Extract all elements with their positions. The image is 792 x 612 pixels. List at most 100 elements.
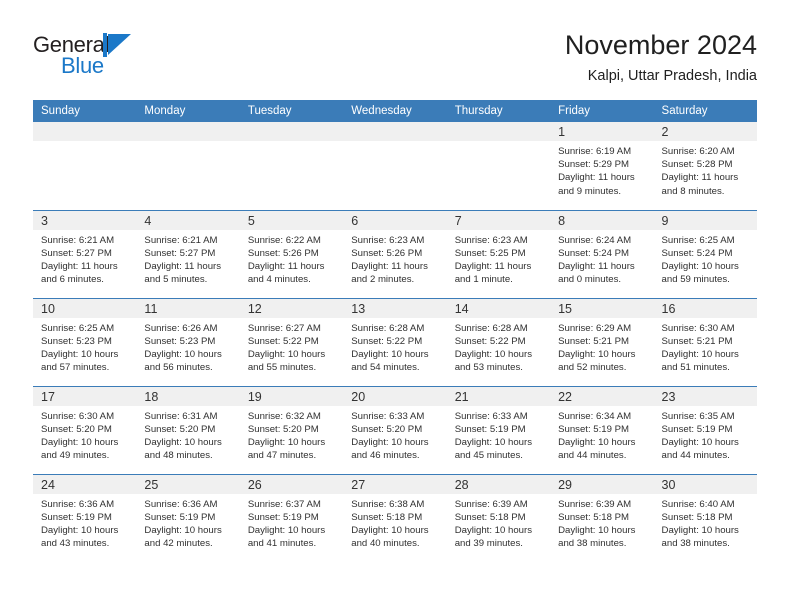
- daylight-text: Daylight: 11 hours and 9 minutes.: [558, 172, 635, 197]
- day-details: Sunrise: 6:23 AM Sunset: 5:26 PM Daylight:…: [343, 230, 446, 287]
- calendar-day-cell[interactable]: 30 Sunrise: 6:40 AM Sunset: 5:18 PM Dayligh…: [653, 473, 757, 562]
- sunrise-text: Sunrise: 6:19 AM: [558, 146, 632, 157]
- sunrise-text: Sunrise: 6:33 AM: [454, 410, 528, 422]
- calendar-day-cell[interactable]: 13 Sunrise: 6:28 AM Sunset: 5:22 PM Dayligh…: [343, 297, 447, 386]
- calendar-table: Sunday Monday Tuesday Wednesday Thursday…: [33, 100, 757, 562]
- calendar-day-cell[interactable]: 15 Sunrise: 6:29 AM Sunset: 5:21 PM Dayligh…: [550, 297, 654, 386]
- sunrise-text: Sunrise: 6:21 AM: [144, 234, 218, 246]
- daylight-text: Daylight: 10 hours and 55 minutes.: [247, 348, 326, 374]
- sunset-text: Sunset: 5:28 PM: [661, 159, 733, 171]
- calendar-day-cell[interactable]: 21 Sunrise: 6:33 AM Sunset: 5:19 PM Dayligh…: [446, 385, 551, 474]
- sunset-text: Sunset: 5:19 PM: [454, 423, 526, 435]
- sunset-text: Sunset: 5:20 PM: [351, 423, 423, 435]
- day-number: 29: [550, 474, 654, 494]
- calendar-day-cell[interactable]: 17 Sunrise: 6:30 AM Sunset: 5:20 PM Dayligh…: [33, 385, 137, 474]
- calendar-day-cell[interactable]: 26 Sunrise: 6:37 AM Sunset: 5:19 PM Dayligh…: [239, 473, 344, 562]
- day-details: Sunrise: 6:38 AM Sunset: 5:18 PM Daylight:…: [343, 494, 446, 551]
- calendar-day-cell[interactable]: 2 Sunrise: 6:20 AM Sunset: 5:28 PM Daylight…: [653, 122, 757, 210]
- calendar-day-cell[interactable]: 6 Sunrise: 6:23 AM Sunset: 5:26 PM Daylight…: [343, 209, 447, 298]
- day-details: Sunrise: 6:33 AM Sunset: 5:20 PM Daylight:…: [343, 406, 446, 463]
- sunset-text: Sunset: 5:19 PM: [661, 423, 733, 435]
- calendar-day-cell[interactable]: 24 Sunrise: 6:36 AM Sunset: 5:19 PM Dayligh…: [33, 473, 137, 562]
- daylight-text: Daylight: 10 hours and 42 minutes.: [144, 524, 222, 550]
- day-details: Sunrise: 6:25 AM Sunset: 5:24 PM Daylight:…: [654, 230, 757, 287]
- sunrise-text: Sunrise: 6:39 AM: [454, 498, 528, 510]
- day-details: Sunrise: 6:34 AM Sunset: 5:19 PM Daylight:…: [550, 406, 653, 463]
- calendar-day-cell[interactable]: 27 Sunrise: 6:38 AM Sunset: 5:18 PM Dayligh…: [343, 473, 447, 562]
- calendar-day-cell[interactable]: 4 Sunrise: 6:21 AM Sunset: 5:27 PM Daylight…: [136, 209, 240, 298]
- daylight-text: Daylight: 10 hours and 46 minutes.: [351, 436, 429, 462]
- day-details: Sunrise: 6:29 AM Sunset: 5:21 PM Daylight:…: [550, 318, 653, 375]
- calendar-day-cell-empty: [343, 122, 447, 210]
- sunrise-text: Sunrise: 6:20 AM: [661, 146, 735, 157]
- weekday-header-wednesday: Wednesday: [343, 100, 447, 122]
- calendar-day-cell[interactable]: 5 Sunrise: 6:22 AM Sunset: 5:26 PM Daylight…: [239, 209, 344, 298]
- weekday-header-row: Sunday Monday Tuesday Wednesday Thursday…: [33, 100, 757, 122]
- day-number: 14: [446, 298, 551, 318]
- daylight-text: Daylight: 11 hours and 0 minutes.: [558, 260, 635, 286]
- sunrise-text: Sunrise: 6:38 AM: [351, 498, 425, 510]
- sunset-text: Sunset: 5:22 PM: [351, 335, 423, 347]
- day-details: Sunrise: 6:23 AM Sunset: 5:25 PM Daylight:…: [447, 230, 550, 287]
- sunset-text: Sunset: 5:18 PM: [454, 511, 526, 523]
- sunrise-text: Sunrise: 6:25 AM: [661, 234, 735, 246]
- calendar-week-row: 3 Sunrise: 6:21 AM Sunset: 5:27 PM Daylight…: [33, 209, 757, 298]
- daylight-text: Daylight: 10 hours and 56 minutes.: [144, 348, 222, 374]
- brand-logo[interactable]: General Blue: [33, 28, 153, 84]
- daylight-text: Daylight: 10 hours and 47 minutes.: [247, 436, 326, 462]
- calendar-day-cell[interactable]: 19 Sunrise: 6:32 AM Sunset: 5:20 PM Dayligh…: [239, 385, 344, 474]
- calendar-day-cell[interactable]: 10 Sunrise: 6:25 AM Sunset: 5:23 PM Dayligh…: [33, 297, 137, 386]
- sunrise-text: Sunrise: 6:28 AM: [351, 322, 425, 334]
- calendar-day-cell[interactable]: 9 Sunrise: 6:25 AM Sunset: 5:24 PM Daylight…: [653, 209, 757, 298]
- day-details: Sunrise: 6:19 AM Sunset: 5:29 PM Daylight:…: [550, 141, 653, 198]
- calendar-day-cell[interactable]: 14 Sunrise: 6:28 AM Sunset: 5:22 PM Dayligh…: [446, 297, 551, 386]
- calendar-day-cell[interactable]: 3 Sunrise: 6:21 AM Sunset: 5:27 PM Daylight…: [33, 209, 137, 298]
- title-block: November 2024 Kalpi, Uttar Pradesh, Indi…: [565, 28, 757, 84]
- day-number: [343, 122, 447, 141]
- sunset-text: Sunset: 5:29 PM: [558, 159, 630, 171]
- sunset-text: Sunset: 5:19 PM: [41, 511, 112, 523]
- day-number: 17: [33, 386, 137, 406]
- sunrise-text: Sunrise: 6:40 AM: [661, 498, 735, 510]
- day-details: Sunrise: 6:40 AM Sunset: 5:18 PM Daylight:…: [654, 494, 757, 551]
- sunset-text: Sunset: 5:19 PM: [558, 423, 630, 435]
- calendar-day-cell[interactable]: 18 Sunrise: 6:31 AM Sunset: 5:20 PM Dayligh…: [136, 385, 240, 474]
- day-number: 16: [653, 298, 757, 318]
- calendar-day-cell[interactable]: 8 Sunrise: 6:24 AM Sunset: 5:24 PM Daylight…: [550, 209, 654, 298]
- sunrise-text: Sunrise: 6:27 AM: [247, 322, 321, 334]
- sunrise-text: Sunrise: 6:36 AM: [144, 498, 218, 510]
- calendar-day-cell-empty: [446, 122, 551, 210]
- triangle-flag-mark-icon: [103, 33, 133, 57]
- daylight-text: Daylight: 10 hours and 53 minutes.: [454, 348, 533, 374]
- page-title: November 2024: [564, 30, 757, 60]
- calendar-page: General Blue November 2024 Kalpi, Uttar …: [0, 0, 792, 612]
- sunrise-text: Sunrise: 6:37 AM: [247, 498, 321, 510]
- calendar-day-cell[interactable]: 1 Sunrise: 6:19 AM Sunset: 5:29 PM Daylight…: [550, 122, 654, 210]
- daylight-text: Daylight: 10 hours and 57 minutes.: [41, 348, 119, 374]
- calendar-day-cell[interactable]: 22 Sunrise: 6:34 AM Sunset: 5:19 PM Dayligh…: [550, 385, 654, 474]
- day-number: 24: [33, 474, 137, 494]
- sunrise-text: Sunrise: 6:33 AM: [351, 410, 425, 422]
- calendar-day-cell[interactable]: 29 Sunrise: 6:39 AM Sunset: 5:18 PM Dayligh…: [550, 473, 654, 562]
- calendar-day-cell[interactable]: 12 Sunrise: 6:27 AM Sunset: 5:22 PM Dayligh…: [239, 297, 344, 386]
- calendar-day-cell[interactable]: 23 Sunrise: 6:35 AM Sunset: 5:19 PM Dayligh…: [653, 385, 757, 474]
- calendar-day-cell[interactable]: 11 Sunrise: 6:26 AM Sunset: 5:23 PM Dayligh…: [136, 297, 240, 386]
- calendar-day-cell[interactable]: 7 Sunrise: 6:23 AM Sunset: 5:25 PM Daylight…: [446, 209, 551, 298]
- day-details: Sunrise: 6:21 AM Sunset: 5:27 PM Daylight:…: [33, 230, 136, 287]
- daylight-text: Daylight: 11 hours and 1 minute.: [454, 260, 532, 286]
- calendar-day-cell[interactable]: 25 Sunrise: 6:36 AM Sunset: 5:19 PM Dayligh…: [136, 473, 240, 562]
- sunrise-text: Sunrise: 6:39 AM: [558, 498, 632, 510]
- weekday-header-tuesday: Tuesday: [239, 100, 344, 122]
- calendar-body: 1 Sunrise: 6:19 AM Sunset: 5:29 PM Daylight…: [33, 122, 757, 562]
- day-details: Sunrise: 6:26 AM Sunset: 5:23 PM Daylight:…: [136, 318, 239, 375]
- sunrise-text: Sunrise: 6:34 AM: [558, 410, 632, 422]
- daylight-text: Daylight: 10 hours and 41 minutes.: [247, 524, 326, 550]
- day-details: Sunrise: 6:37 AM Sunset: 5:19 PM Daylight:…: [240, 494, 343, 551]
- day-details: Sunrise: 6:31 AM Sunset: 5:20 PM Daylight:…: [136, 406, 239, 463]
- day-number: [239, 122, 344, 141]
- calendar-day-cell[interactable]: 16 Sunrise: 6:30 AM Sunset: 5:21 PM Dayligh…: [653, 297, 757, 386]
- calendar-day-cell[interactable]: 20 Sunrise: 6:33 AM Sunset: 5:20 PM Dayligh…: [343, 385, 447, 474]
- day-number: 10: [33, 298, 137, 318]
- calendar-day-cell[interactable]: 28 Sunrise: 6:39 AM Sunset: 5:18 PM Dayligh…: [446, 473, 551, 562]
- sunset-text: Sunset: 5:23 PM: [144, 335, 216, 347]
